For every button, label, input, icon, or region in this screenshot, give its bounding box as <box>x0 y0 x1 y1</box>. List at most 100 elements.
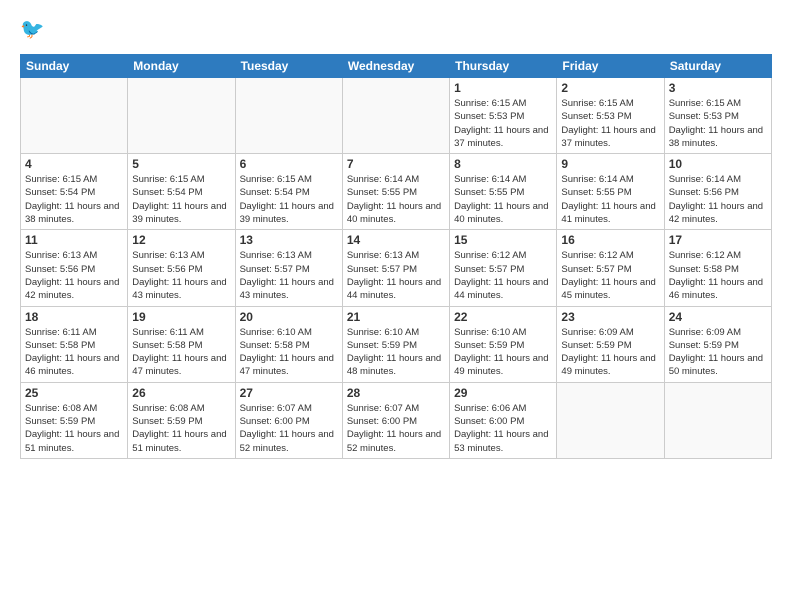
day-info: Sunrise: 6:14 AM Sunset: 5:55 PM Dayligh… <box>561 173 659 226</box>
calendar-cell: 27 Sunrise: 6:07 AM Sunset: 6:00 PM Dayli… <box>235 382 342 458</box>
calendar-cell: 21Sunrise: 6:10 AM Sunset: 5:59 PM Dayli… <box>342 306 449 382</box>
calendar-cell <box>664 382 771 458</box>
day-number: 22 <box>454 310 552 324</box>
calendar-cell: 29Sunrise: 6:06 AM Sunset: 6:00 PM Dayli… <box>450 382 557 458</box>
weekday-header-thursday: Thursday <box>450 55 557 78</box>
calendar-cell: 26 Sunrise: 6:08 AM Sunset: 5:59 PM Dayli… <box>128 382 235 458</box>
day-number: 7 <box>347 157 445 171</box>
calendar-cell: 6Sunrise: 6:15 AM Sunset: 5:54 PM Daylig… <box>235 154 342 230</box>
day-number: 5 <box>132 157 230 171</box>
day-info: Sunrise: 6:07 AM Sunset: 6:00 PM Dayligh… <box>347 402 445 455</box>
calendar-cell: 24 Sunrise: 6:09 AM Sunset: 5:59 PM Dayli… <box>664 306 771 382</box>
day-info: Sunrise: 6:10 AM Sunset: 5:58 PM Dayligh… <box>240 326 338 379</box>
day-info: Sunrise: 6:14 AM Sunset: 5:55 PM Dayligh… <box>454 173 552 226</box>
header: 🐦 <box>20 16 772 44</box>
calendar-cell: 11 Sunrise: 6:13 AM Sunset: 5:56 PM Dayli… <box>21 230 128 306</box>
day-number: 27 <box>240 386 338 400</box>
day-number: 20 <box>240 310 338 324</box>
day-info: Sunrise: 6:13 AM Sunset: 5:57 PM Dayligh… <box>240 249 338 302</box>
calendar-cell: 15 Sunrise: 6:12 AM Sunset: 5:57 PM Dayli… <box>450 230 557 306</box>
day-info: Sunrise: 6:14 AM Sunset: 5:56 PM Dayligh… <box>669 173 767 226</box>
calendar-cell: 4 Sunrise: 6:15 AM Sunset: 5:54 PM Daylig… <box>21 154 128 230</box>
day-number: 24 <box>669 310 767 324</box>
day-number: 9 <box>561 157 659 171</box>
calendar-cell: 1 Sunrise: 6:15 AM Sunset: 5:53 PM Daylig… <box>450 78 557 154</box>
calendar-cell <box>235 78 342 154</box>
calendar-cell: 25 Sunrise: 6:08 AM Sunset: 5:59 PM Dayli… <box>21 382 128 458</box>
calendar-cell: 3 Sunrise: 6:15 AM Sunset: 5:53 PM Daylig… <box>664 78 771 154</box>
weekday-header-friday: Friday <box>557 55 664 78</box>
weekday-header-sunday: Sunday <box>21 55 128 78</box>
day-info: Sunrise: 6:09 AM Sunset: 5:59 PM Dayligh… <box>669 326 767 379</box>
calendar-cell <box>557 382 664 458</box>
calendar-cell: 12 Sunrise: 6:13 AM Sunset: 5:56 PM Dayli… <box>128 230 235 306</box>
weekday-header-monday: Monday <box>128 55 235 78</box>
day-info: Sunrise: 6:08 AM Sunset: 5:59 PM Dayligh… <box>25 402 123 455</box>
calendar-week-row: 1 Sunrise: 6:15 AM Sunset: 5:53 PM Daylig… <box>21 78 772 154</box>
day-number: 16 <box>561 233 659 247</box>
calendar-cell: 19Sunrise: 6:11 AM Sunset: 5:58 PM Dayli… <box>128 306 235 382</box>
day-number: 26 <box>132 386 230 400</box>
calendar-week-row: 25 Sunrise: 6:08 AM Sunset: 5:59 PM Dayli… <box>21 382 772 458</box>
calendar-cell: 2 Sunrise: 6:15 AM Sunset: 5:53 PM Daylig… <box>557 78 664 154</box>
day-number: 4 <box>25 157 123 171</box>
day-number: 28 <box>347 386 445 400</box>
weekday-header-wednesday: Wednesday <box>342 55 449 78</box>
day-info: Sunrise: 6:12 AM Sunset: 5:58 PM Dayligh… <box>669 249 767 302</box>
calendar-cell: 8 Sunrise: 6:14 AM Sunset: 5:55 PM Daylig… <box>450 154 557 230</box>
day-number: 12 <box>132 233 230 247</box>
day-info: Sunrise: 6:15 AM Sunset: 5:54 PM Dayligh… <box>132 173 230 226</box>
day-info: Sunrise: 6:08 AM Sunset: 5:59 PM Dayligh… <box>132 402 230 455</box>
day-info: Sunrise: 6:12 AM Sunset: 5:57 PM Dayligh… <box>561 249 659 302</box>
calendar-cell: 7 Sunrise: 6:14 AM Sunset: 5:55 PM Daylig… <box>342 154 449 230</box>
calendar-cell: 9 Sunrise: 6:14 AM Sunset: 5:55 PM Daylig… <box>557 154 664 230</box>
day-number: 1 <box>454 81 552 95</box>
calendar-cell: 22 Sunrise: 6:10 AM Sunset: 5:59 PM Dayli… <box>450 306 557 382</box>
calendar-cell: 17 Sunrise: 6:12 AM Sunset: 5:58 PM Dayli… <box>664 230 771 306</box>
calendar-cell: 28 Sunrise: 6:07 AM Sunset: 6:00 PM Dayli… <box>342 382 449 458</box>
calendar-week-row: 18 Sunrise: 6:11 AM Sunset: 5:58 PM Dayli… <box>21 306 772 382</box>
day-info: Sunrise: 6:15 AM Sunset: 5:53 PM Dayligh… <box>561 97 659 150</box>
day-number: 8 <box>454 157 552 171</box>
day-number: 19 <box>132 310 230 324</box>
svg-text:🐦: 🐦 <box>20 19 44 41</box>
day-info: Sunrise: 6:12 AM Sunset: 5:57 PM Dayligh… <box>454 249 552 302</box>
day-info: Sunrise: 6:10 AM Sunset: 5:59 PM Dayligh… <box>454 326 552 379</box>
calendar-cell: 16 Sunrise: 6:12 AM Sunset: 5:57 PM Dayli… <box>557 230 664 306</box>
day-number: 6 <box>240 157 338 171</box>
calendar-week-row: 4 Sunrise: 6:15 AM Sunset: 5:54 PM Daylig… <box>21 154 772 230</box>
day-number: 17 <box>669 233 767 247</box>
weekday-header-row: SundayMondayTuesdayWednesdayThursdayFrid… <box>21 55 772 78</box>
calendar-cell: 14 Sunrise: 6:13 AM Sunset: 5:57 PM Dayli… <box>342 230 449 306</box>
day-number: 25 <box>25 386 123 400</box>
day-info: Sunrise: 6:09 AM Sunset: 5:59 PM Dayligh… <box>561 326 659 379</box>
day-number: 11 <box>25 233 123 247</box>
day-number: 14 <box>347 233 445 247</box>
day-number: 3 <box>669 81 767 95</box>
day-info: Sunrise: 6:15 AM Sunset: 5:53 PM Dayligh… <box>454 97 552 150</box>
weekday-header-saturday: Saturday <box>664 55 771 78</box>
logo: 🐦 <box>20 16 52 44</box>
day-number: 13 <box>240 233 338 247</box>
day-number: 21 <box>347 310 445 324</box>
day-number: 15 <box>454 233 552 247</box>
day-info: Sunrise: 6:13 AM Sunset: 5:57 PM Dayligh… <box>347 249 445 302</box>
calendar-table: SundayMondayTuesdayWednesdayThursdayFrid… <box>20 54 772 459</box>
day-info: Sunrise: 6:15 AM Sunset: 5:53 PM Dayligh… <box>669 97 767 150</box>
page: 🐦 SundayMondayTuesdayWednesdayThursdayFr… <box>0 0 792 612</box>
day-info: Sunrise: 6:06 AM Sunset: 6:00 PM Dayligh… <box>454 402 552 455</box>
calendar-cell: 23Sunrise: 6:09 AM Sunset: 5:59 PM Dayli… <box>557 306 664 382</box>
day-info: Sunrise: 6:15 AM Sunset: 5:54 PM Dayligh… <box>25 173 123 226</box>
day-number: 10 <box>669 157 767 171</box>
calendar-cell: 20 Sunrise: 6:10 AM Sunset: 5:58 PM Dayli… <box>235 306 342 382</box>
day-info: Sunrise: 6:14 AM Sunset: 5:55 PM Dayligh… <box>347 173 445 226</box>
day-info: Sunrise: 6:07 AM Sunset: 6:00 PM Dayligh… <box>240 402 338 455</box>
day-info: Sunrise: 6:11 AM Sunset: 5:58 PM Dayligh… <box>25 326 123 379</box>
weekday-header-tuesday: Tuesday <box>235 55 342 78</box>
calendar-cell <box>342 78 449 154</box>
day-number: 2 <box>561 81 659 95</box>
calendar-cell: 13 Sunrise: 6:13 AM Sunset: 5:57 PM Dayli… <box>235 230 342 306</box>
day-info: Sunrise: 6:13 AM Sunset: 5:56 PM Dayligh… <box>132 249 230 302</box>
day-info: Sunrise: 6:13 AM Sunset: 5:56 PM Dayligh… <box>25 249 123 302</box>
day-number: 18 <box>25 310 123 324</box>
